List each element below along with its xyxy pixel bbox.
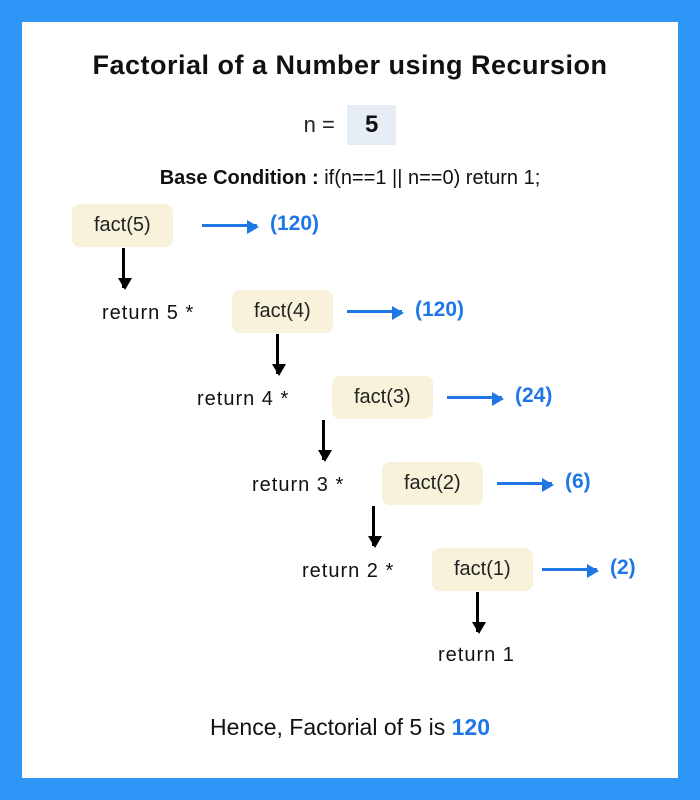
conclusion: Hence, Factorial of 5 is 120 <box>42 714 658 741</box>
arrow-down-icon <box>276 334 279 374</box>
return-4x: return 4 * <box>197 388 289 411</box>
arrow-right-icon <box>497 482 552 485</box>
fact-box-5: fact(5) <box>72 204 173 247</box>
result-6: (6) <box>565 470 591 494</box>
arrow-down-icon <box>122 248 125 288</box>
fact-box-1: fact(1) <box>432 548 533 591</box>
arrow-right-icon <box>542 568 597 571</box>
n-line: n = 5 <box>42 105 658 145</box>
conclusion-text: Hence, Factorial of 5 is <box>210 714 452 740</box>
recursion-stage: fact(5) (120) return 5 * fact(4) (120) r… <box>42 204 658 714</box>
n-value-box: 5 <box>347 105 396 145</box>
fact-box-3: fact(3) <box>332 376 433 419</box>
return-5x: return 5 * <box>102 302 194 325</box>
fact-box-2: fact(2) <box>382 462 483 505</box>
arrow-down-icon <box>322 420 325 460</box>
n-label: n = <box>304 112 341 137</box>
base-condition: Base Condition : if(n==1 || n==0) return… <box>42 167 658 190</box>
arrow-right-icon <box>447 396 502 399</box>
base-condition-code: if(n==1 || n==0) return 1; <box>324 167 540 189</box>
result-24: (24) <box>515 384 552 408</box>
result-120-b: (120) <box>415 298 464 322</box>
diagram-canvas: Factorial of a Number using Recursion n … <box>22 22 678 778</box>
arrow-right-icon <box>347 310 402 313</box>
page-title: Factorial of a Number using Recursion <box>42 50 658 81</box>
conclusion-value: 120 <box>452 714 490 740</box>
arrow-down-icon <box>372 506 375 546</box>
base-condition-label: Base Condition : <box>160 167 324 189</box>
return-3x: return 3 * <box>252 474 344 497</box>
result-2: (2) <box>610 556 636 580</box>
result-120-a: (120) <box>270 212 319 236</box>
arrow-right-icon <box>202 224 257 227</box>
arrow-down-icon <box>476 592 479 632</box>
return-2x: return 2 * <box>302 560 394 583</box>
fact-box-4: fact(4) <box>232 290 333 333</box>
return-1: return 1 <box>438 644 515 667</box>
